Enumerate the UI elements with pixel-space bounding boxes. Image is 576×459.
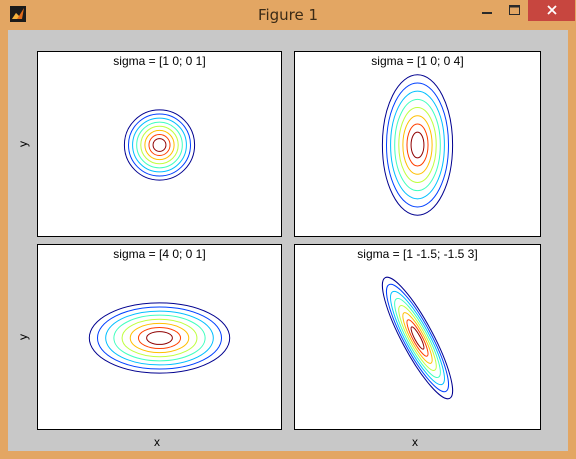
contour-line	[121, 318, 198, 358]
contour-line	[385, 82, 450, 208]
contour-line	[152, 138, 167, 152]
figure-window: Figure 1 sigma = [1 0; 0 1] sigma = [1 0…	[0, 0, 576, 459]
minimize-icon	[482, 2, 492, 20]
x-axis-label-right: x	[412, 435, 418, 449]
contour-line	[406, 123, 429, 167]
contour-plot-1	[123, 109, 196, 181]
figure-canvas: sigma = [1 0; 0 1] sigma = [1 0; 0 4] si…	[8, 30, 568, 451]
contour-line	[136, 121, 183, 169]
contour-line	[123, 109, 196, 181]
contour-line	[394, 98, 441, 192]
y-axis-label-bottom: y	[16, 334, 30, 340]
y-axis-label-top: y	[16, 141, 30, 147]
title-bar[interactable]: Figure 1	[0, 0, 576, 30]
contour-line	[148, 133, 171, 157]
contour-line	[96, 306, 223, 370]
maximize-button[interactable]	[501, 0, 528, 21]
contour-plot-2	[381, 74, 454, 216]
minimize-button[interactable]	[473, 0, 501, 21]
close-button[interactable]	[528, 0, 575, 21]
contour-line	[88, 302, 231, 374]
subplot-title-2: sigma = [1 0; 0 4]	[371, 54, 464, 68]
contour-line	[140, 125, 179, 165]
subplot-1[interactable]: sigma = [1 0; 0 1]	[37, 51, 282, 237]
contour-line	[410, 131, 425, 159]
maximize-icon	[509, 2, 520, 20]
contour-line	[146, 331, 173, 345]
subplot-title-4: sigma = [1 -1.5; -1.5 3]	[357, 247, 478, 261]
subplot-title-1: sigma = [1 0; 0 1]	[113, 54, 206, 68]
subplot-4[interactable]: sigma = [1 -1.5; -1.5 3]	[294, 244, 541, 430]
contour-line	[398, 107, 437, 183]
contour-line	[390, 290, 445, 386]
x-axis-label-left: x	[154, 435, 160, 449]
contour-line	[381, 276, 454, 400]
contour-line	[113, 314, 206, 362]
close-icon	[546, 2, 557, 20]
contour-plot-3	[88, 302, 231, 374]
subplot-2[interactable]: sigma = [1 0; 0 4]	[294, 51, 541, 237]
subplot-title-3: sigma = [4 0; 0 1]	[113, 247, 206, 261]
contour-line	[127, 113, 192, 177]
contour-plot-4	[381, 276, 454, 400]
contour-line	[381, 74, 454, 216]
contour-line	[385, 283, 450, 393]
subplot-3[interactable]: sigma = [4 0; 0 1]	[37, 244, 282, 430]
contour-line	[137, 326, 182, 350]
